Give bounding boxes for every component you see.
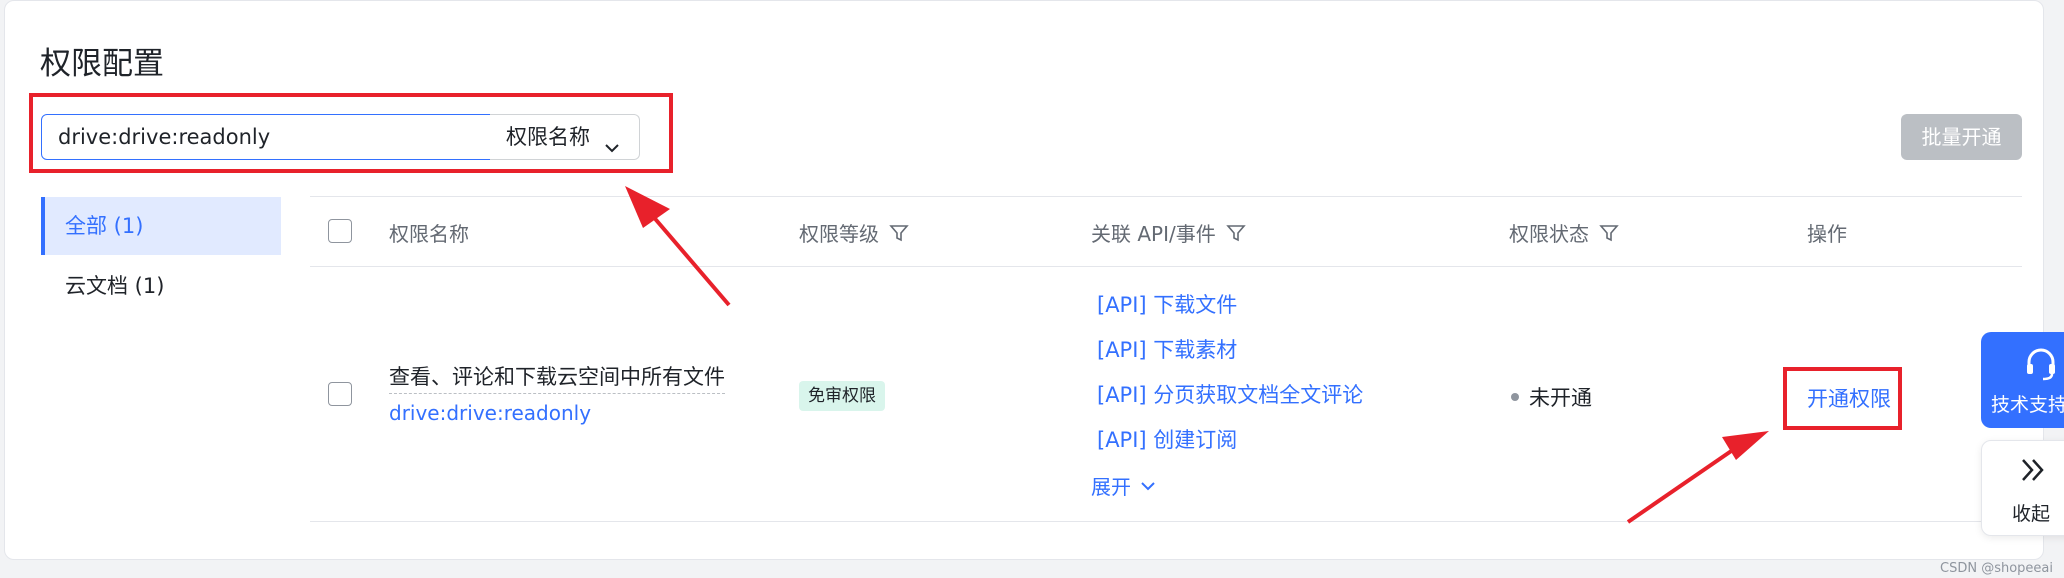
annotation-arrows: [625, 186, 1769, 524]
arrow-to-search: [625, 186, 731, 307]
tech-support-label: 技术支持: [1991, 394, 2064, 416]
double-chevron-right-icon: [2022, 459, 2044, 481]
watermark: CSDN @shopeeai: [1940, 561, 2053, 576]
headset-icon: [2027, 348, 2055, 381]
arrow-to-action: [1626, 431, 1769, 524]
collapse-label: 收起: [2012, 503, 2051, 525]
tech-support-button[interactable]: 技术支持: [1981, 332, 2064, 428]
collapse-button[interactable]: 收起: [1981, 440, 2064, 536]
